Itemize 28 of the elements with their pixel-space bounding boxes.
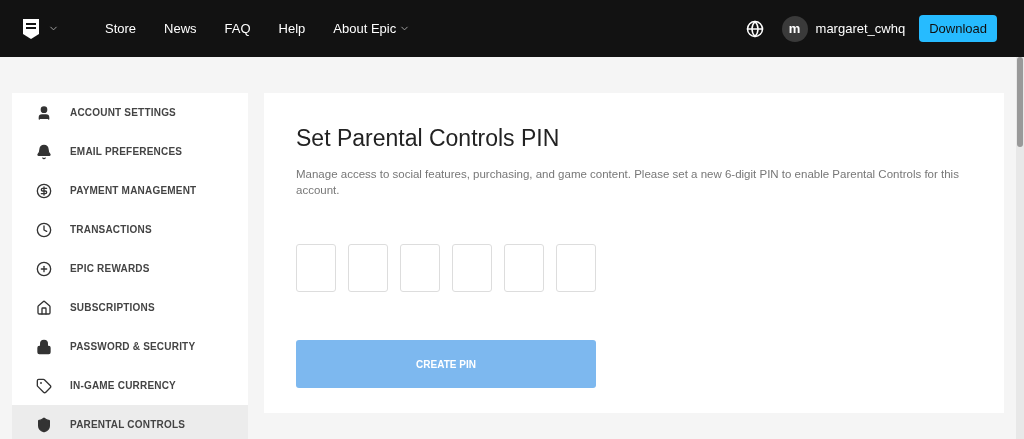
globe-icon[interactable] <box>745 19 764 38</box>
menu-icon <box>36 299 52 316</box>
pin-field[interactable] <box>296 244 336 292</box>
page-title: Set Parental Controls PIN <box>296 125 561 152</box>
menu-icon <box>36 416 52 433</box>
pin-field[interactable] <box>400 244 440 292</box>
nav-link[interactable]: About Epic <box>333 21 411 36</box>
menu-icon <box>36 338 52 355</box>
menu-icon <box>36 182 52 199</box>
pin-field[interactable] <box>452 244 492 292</box>
logo-icon[interactable] <box>22 17 40 40</box>
download-button[interactable]: Download <box>919 15 997 42</box>
menu-icon <box>36 104 52 121</box>
pin-field[interactable] <box>348 244 388 292</box>
menu-icon <box>36 143 52 160</box>
pin-field[interactable] <box>556 244 596 292</box>
nav-link[interactable]: Store <box>105 21 137 36</box>
menu-icon <box>36 260 52 277</box>
nav-link[interactable]: Help <box>278 21 306 36</box>
avatar[interactable]: m <box>781 15 808 42</box>
user-name[interactable]: margaret_cwhq <box>815 21 906 36</box>
menu-icon <box>36 221 52 238</box>
nav-link[interactable]: News <box>164 21 197 36</box>
sidebar-item[interactable]: PARENTAL CONTROLS <box>12 405 248 439</box>
description: Manage access to social features, purchasing, and game content. Please set a new 6-digit PIN to enable Parental Controls for this account. <box>296 167 960 198</box>
pin-field[interactable] <box>504 244 544 292</box>
nav-link[interactable]: FAQ <box>224 21 251 36</box>
menu-icon <box>36 377 52 394</box>
